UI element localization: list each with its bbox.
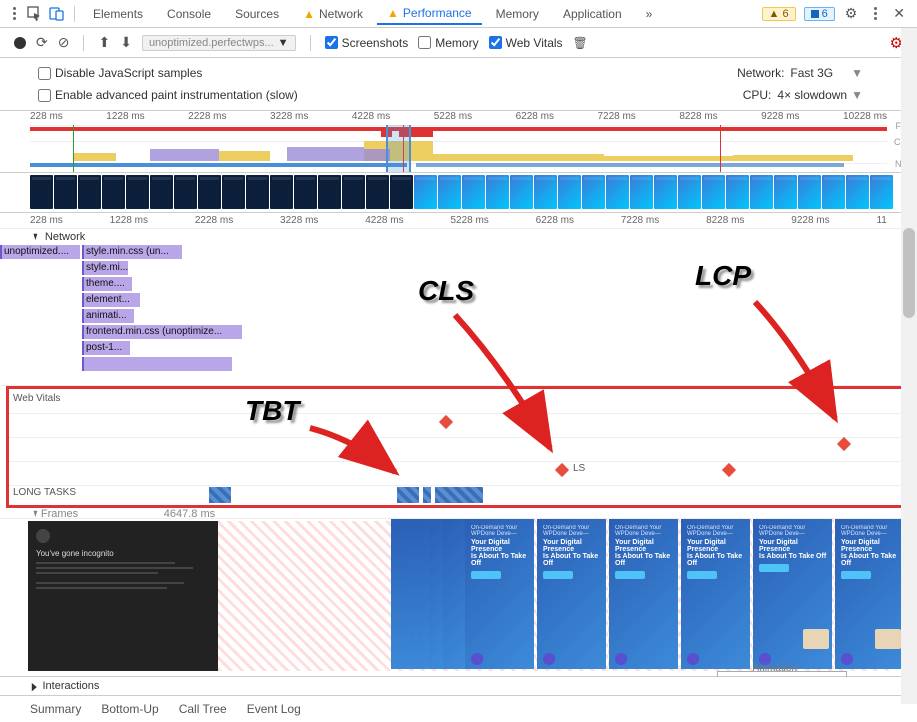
info-badge[interactable]: 6 <box>804 7 835 21</box>
network-request-bar[interactable]: element... <box>82 293 140 307</box>
network-request-bar[interactable]: animati... <box>82 309 134 323</box>
network-request-bar[interactable]: frontend.min.css (unoptimize... <box>82 325 242 339</box>
cpu-label: CPU: <box>743 88 772 102</box>
frames-section-header[interactable]: ▼Frames 4647.8 ms <box>0 508 917 518</box>
tab-memory[interactable]: Memory <box>486 3 549 25</box>
tab-application[interactable]: Application <box>553 3 632 25</box>
disable-js-checkbox[interactable]: Disable JavaScript samples <box>38 66 202 80</box>
record-button[interactable] <box>14 37 26 49</box>
webvitals-checkbox[interactable]: Web Vitals <box>489 36 563 50</box>
network-label: Network: <box>737 66 784 80</box>
tab-performance[interactable]: ▲Performance <box>377 2 482 25</box>
long-task-bar[interactable] <box>435 487 483 503</box>
network-request-bar[interactable] <box>82 357 232 371</box>
inspect-icon[interactable] <box>26 5 44 23</box>
scrollbar[interactable] <box>901 28 917 704</box>
gc-icon[interactable]: 🗑 <box>573 36 588 50</box>
close-icon[interactable]: ✕ <box>887 5 911 22</box>
details-tabs: Summary Bottom-Up Call Tree Event Log <box>0 696 917 722</box>
network-request-bar[interactable]: style.mi... <box>82 261 128 275</box>
ls-label: LS <box>573 463 585 474</box>
memory-checkbox[interactable]: Memory <box>418 36 478 50</box>
overview-filmstrip[interactable] <box>0 173 917 213</box>
cls-marker[interactable] <box>555 463 569 477</box>
animation-label: Animation <box>753 663 797 674</box>
dock-menu-icon[interactable] <box>6 7 22 20</box>
screenshots-checkbox[interactable]: Screenshots <box>325 36 409 50</box>
tab-more[interactable]: » <box>636 3 663 25</box>
devtools-tabbar: Elements Console Sources ▲Network ▲Perfo… <box>0 0 917 28</box>
web-vitals-section[interactable]: Web Vitals LS LONG TASKS <box>6 386 911 508</box>
perf-toolbar: ⟳ ⊘ ⬆ ⬇ unoptimized.perfectwps...▼ Scree… <box>0 28 917 58</box>
overview-strip[interactable]: 228 ms1228 ms2228 ms3228 ms4228 ms5228 m… <box>0 111 917 173</box>
tab-eventlog[interactable]: Event Log <box>247 702 301 716</box>
fcp-marker[interactable] <box>439 415 453 429</box>
long-task-bar[interactable] <box>209 487 231 503</box>
timeline-ticks: 228 ms1228 ms2228 ms3228 ms4228 ms5228 m… <box>0 213 917 229</box>
lcp-marker[interactable] <box>837 437 851 451</box>
tab-sources[interactable]: Sources <box>225 3 289 25</box>
upload-icon[interactable]: ⬆ <box>98 34 110 51</box>
frames-filmstrip[interactable]: You've gone incognito On-Demand Your WPD… <box>0 518 917 676</box>
settings-icon[interactable]: ⚙ <box>839 5 864 22</box>
network-request-bar[interactable]: post-1... <box>82 341 130 355</box>
tab-calltree[interactable]: Call Tree <box>179 702 227 716</box>
tab-console[interactable]: Console <box>157 3 221 25</box>
tab-summary[interactable]: Summary <box>30 702 81 716</box>
tab-elements[interactable]: Elements <box>83 3 153 25</box>
reload-record-button[interactable]: ⟳ <box>36 34 48 51</box>
long-task-bar[interactable] <box>397 487 419 503</box>
more-menu-icon[interactable] <box>867 7 883 20</box>
capture-options: Disable JavaScript samples Network: Fast… <box>0 58 917 111</box>
clear-button[interactable]: ⊘ <box>58 34 70 51</box>
timeline: 228 ms1228 ms2228 ms3228 ms4228 ms5228 m… <box>0 213 917 696</box>
interactions-section[interactable]: ▶ Interactions Animation <box>0 676 917 696</box>
network-request-bar[interactable]: style.min.css (un... <box>82 245 182 259</box>
overview-ticks: 228 ms1228 ms2228 ms3228 ms4228 ms5228 m… <box>30 111 887 125</box>
download-icon[interactable]: ⬇ <box>120 34 132 51</box>
long-task-bar[interactable] <box>423 487 431 503</box>
warnings-badge[interactable]: ▲ 6 <box>762 7 796 21</box>
tab-bottomup[interactable]: Bottom-Up <box>101 702 158 716</box>
cpu-select[interactable]: 4× slowdown▼ <box>777 88 863 102</box>
network-select[interactable]: Fast 3G▼ <box>790 66 863 80</box>
network-request-bar[interactable]: unoptimized.... <box>0 245 80 259</box>
network-section[interactable]: ▼Network unoptimized....style.min.css (u… <box>0 229 917 386</box>
profile-file-chip[interactable]: unoptimized.perfectwps...▼ <box>142 35 296 51</box>
web-vitals-label: Web Vitals <box>13 393 60 404</box>
long-tasks-label: LONG TASKS <box>13 487 76 498</box>
device-toggle-icon[interactable] <box>48 5 66 23</box>
network-request-bar[interactable]: theme.... <box>82 277 132 291</box>
cls-marker-2[interactable] <box>722 463 736 477</box>
tab-network[interactable]: ▲Network <box>293 3 373 25</box>
adv-paint-checkbox[interactable]: Enable advanced paint instrumentation (s… <box>38 88 298 102</box>
